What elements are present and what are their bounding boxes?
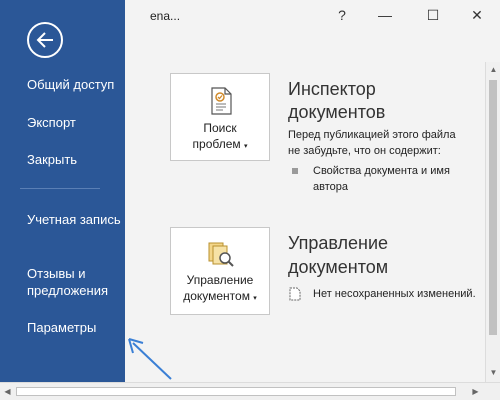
bullet-icon [292,168,298,174]
manage-button-label: Управление [186,273,254,287]
document-status-icon [289,287,301,301]
back-arrow-icon [36,32,53,48]
inspect-document-icon [211,87,232,115]
manage-document-icon [208,242,234,267]
inspect-document-button[interactable]: Поиск проблем ▾ [170,73,270,161]
horizontal-scroll-thumb[interactable] [16,387,456,396]
scroll-up-icon[interactable]: ▲ [486,62,500,77]
sidebar-divider [20,188,100,189]
manage-title-2: документом [288,257,389,277]
inspect-title-1: Инспектор [288,79,376,99]
window-title: ena... [150,9,181,23]
help-button[interactable]: ? [327,4,357,26]
sidebar-item-share[interactable]: Общий доступ [27,76,122,93]
scroll-left-icon[interactable]: ◀ [0,383,15,400]
close-window-button[interactable]: ✕ [462,4,492,26]
inspect-description: Перед публикацией этого файла не забудьт… [288,129,456,157]
sidebar-item-close[interactable]: Закрыть [27,151,122,168]
sidebar-item-feedback[interactable]: Отзывы и предложения [27,265,122,299]
horizontal-scrollbar[interactable]: ◀ ▶ [0,382,500,400]
inspect-button-label-2: проблем ▾ [192,137,248,151]
back-button[interactable] [27,22,63,58]
sidebar-item-options[interactable]: Параметры [27,319,122,336]
manage-button-label-2: документом ▾ [183,289,257,303]
backstage-sidebar: Общий доступ Экспорт Закрыть Учетная зап… [0,0,125,382]
inspect-bullet-text: Свойства документа и имя автора [313,165,450,193]
manage-bullet-text: Нет несохраненных изменений. [313,288,476,300]
scroll-down-icon[interactable]: ▼ [486,365,500,380]
dropdown-arrow-icon: ▾ [243,143,248,150]
sidebar-item-export[interactable]: Экспорт [27,114,122,131]
minimize-button[interactable]: — [370,4,400,26]
inspect-button-label: Поиск [203,121,237,135]
annotation-arrow-icon [128,338,172,380]
dropdown-arrow-icon: ▾ [253,295,257,302]
vertical-scroll-thumb[interactable] [489,80,497,335]
sidebar-item-account[interactable]: Учетная запись [27,211,122,228]
vertical-scrollbar[interactable]: ▲ ▼ [485,62,500,382]
inspect-title-2: документов [288,102,386,122]
scroll-right-icon[interactable]: ▶ [468,383,483,400]
manage-document-button[interactable]: Управление документом ▾ [170,227,270,315]
manage-title-1: Управление [288,233,389,253]
maximize-button[interactable]: ☐ [418,4,448,26]
